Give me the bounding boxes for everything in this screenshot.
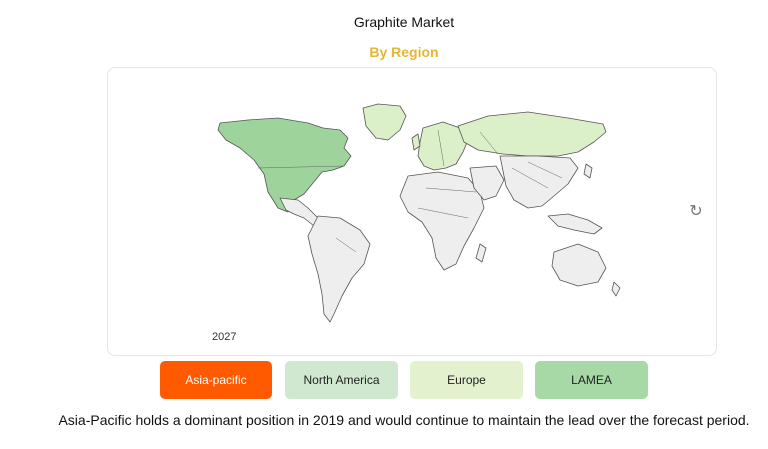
tab-label: Europe [447, 373, 486, 387]
world-map[interactable] [108, 68, 716, 355]
region-madagascar [475, 243, 487, 263]
refresh-icon[interactable]: ↻ [687, 203, 705, 221]
region-asia [499, 155, 579, 209]
page-subtitle: By Region [369, 44, 439, 60]
region-australia [551, 243, 607, 287]
region-new-zealand [611, 281, 621, 297]
region-se-asia [547, 213, 603, 235]
summary-text: Asia-Pacific holds a dominant position i… [58, 412, 750, 428]
page-title: Graphite Market [353, 14, 455, 30]
map-card: 2027 ↻ [107, 67, 717, 356]
region-south-america [307, 215, 371, 323]
tab-lamea[interactable]: LAMEA [535, 361, 648, 399]
region-africa [399, 171, 485, 271]
region-north-america [217, 117, 352, 213]
region-russia [457, 111, 607, 157]
year-label: 2027 [212, 331, 237, 343]
tab-europe[interactable]: Europe [410, 361, 523, 399]
tab-label: LAMEA [571, 373, 612, 387]
region-japan [583, 163, 593, 179]
region-greenland [362, 103, 407, 141]
tab-label: North America [303, 373, 380, 387]
tab-asia-pacific[interactable]: Asia-pacific [160, 361, 272, 399]
tab-north-america[interactable]: North America [285, 361, 398, 399]
region-tabs: Asia-pacific North America Europe LAMEA [0, 361, 768, 399]
tab-label: Asia-pacific [185, 373, 247, 387]
